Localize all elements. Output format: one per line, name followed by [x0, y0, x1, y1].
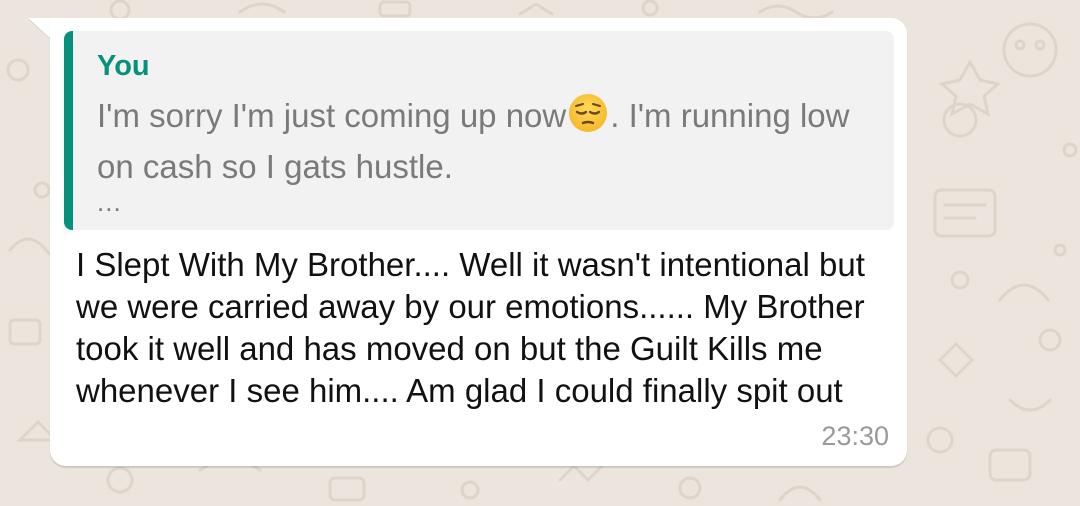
quote-more-indicator: ... [97, 187, 122, 217]
quote-author: You [97, 50, 150, 82]
quote-accent-bar [64, 31, 73, 230]
message-text: I Slept With My Brother.... Well it wasn… [76, 246, 865, 409]
pensive-face-icon [568, 93, 608, 144]
quoted-message[interactable]: You I'm sorry I'm just coming up now . I… [64, 31, 894, 230]
message-bubble[interactable]: You I'm sorry I'm just coming up now . I… [50, 18, 907, 466]
bubble-tail [28, 18, 50, 38]
message-bubble-container: You I'm sorry I'm just coming up now . I… [20, 18, 910, 470]
quote-text-part-1: I'm sorry I'm just coming up now [97, 97, 567, 134]
message-timestamp: 23:30 [821, 421, 889, 451]
quote-text: I'm sorry I'm just coming up now . I'm r… [97, 93, 887, 189]
